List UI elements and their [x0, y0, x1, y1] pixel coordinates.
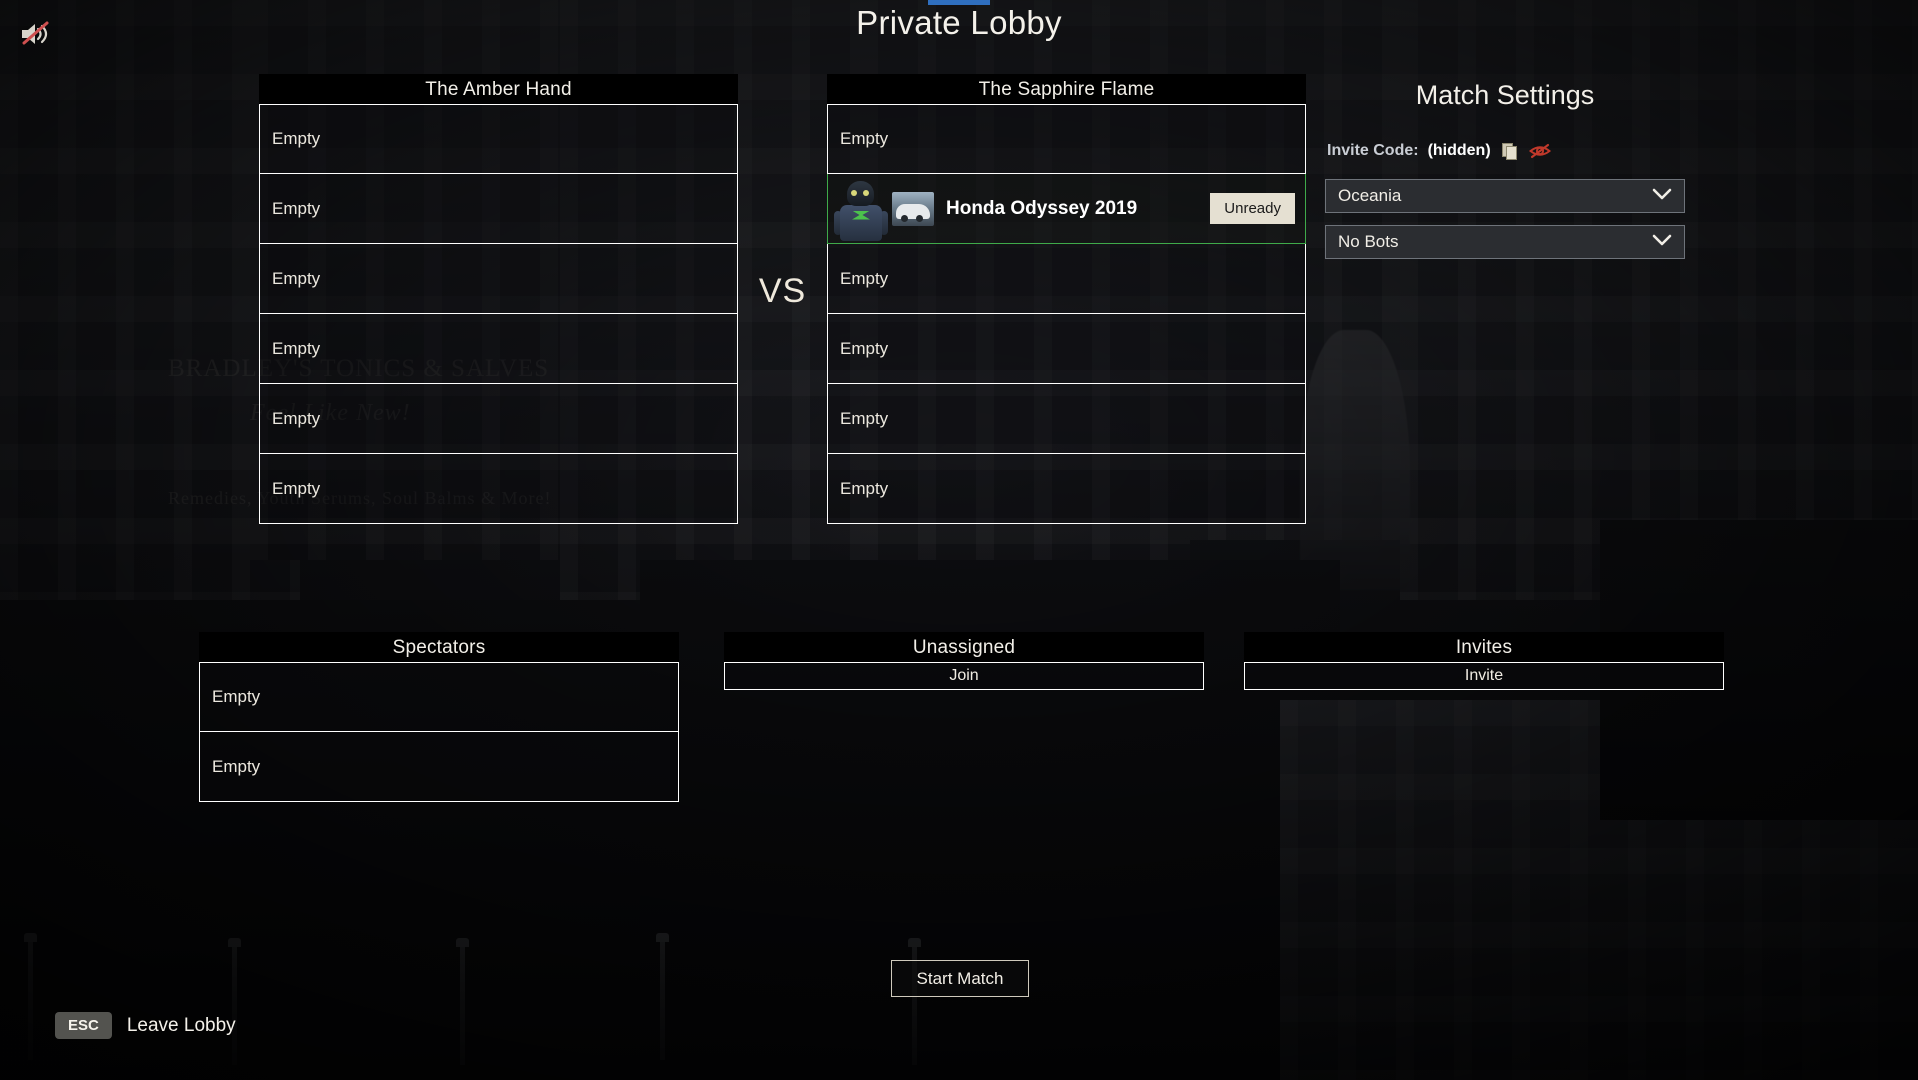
lobby-screen: BRADLEY'S TONICS & SALVES Feel Like New!…	[0, 0, 1918, 1080]
team-slot-empty[interactable]: Empty	[827, 244, 1306, 314]
team-panel-amber-hand: The Amber Hand Empty Empty Empty Empty E…	[259, 74, 738, 524]
player-avatar-icon	[830, 175, 892, 243]
spectators-panel: Spectators Empty Empty	[199, 632, 679, 802]
region-dropdown-value: Oceania	[1338, 186, 1402, 205]
leave-lobby-button[interactable]: ESC Leave Lobby	[55, 1012, 236, 1039]
slot-label: Empty	[840, 338, 889, 358]
team-slot-empty[interactable]: Empty	[259, 244, 738, 314]
player-name: Honda Odyssey 2019	[946, 197, 1138, 219]
slot-label: Empty	[840, 129, 889, 148]
speaker-muted-icon[interactable]	[18, 20, 52, 48]
team-slot-empty[interactable]: Empty	[259, 174, 738, 244]
team-header-label: The Sapphire Flame	[827, 74, 1306, 104]
join-button[interactable]: Join	[724, 662, 1204, 690]
slot-label: Empty	[272, 478, 321, 498]
slot-label: Empty	[840, 268, 889, 288]
match-settings-title: Match Settings	[1415, 80, 1595, 110]
spectators-slot-list: Empty Empty	[199, 662, 679, 802]
invites-title: Invites	[1244, 632, 1724, 662]
team-panel-sapphire-flame: The Sapphire Flame Empty Honda Odyssey 2…	[827, 74, 1306, 524]
copy-icon[interactable]	[1500, 141, 1520, 161]
team-slot-empty[interactable]: Empty	[259, 384, 738, 454]
unassigned-title: Unassigned	[724, 632, 1204, 662]
start-match-button[interactable]: Start Match	[891, 960, 1029, 997]
unready-button[interactable]: Unready	[1210, 193, 1295, 224]
team-slot-empty[interactable]: Empty	[827, 314, 1306, 384]
bots-dropdown[interactable]: No Bots	[1325, 225, 1685, 259]
invite-button[interactable]: Invite	[1244, 662, 1724, 690]
page-title: Private Lobby	[856, 4, 1062, 41]
bots-dropdown-value: No Bots	[1338, 232, 1399, 251]
spectator-slot-empty[interactable]: Empty	[199, 732, 679, 802]
spectators-title: Spectators	[199, 632, 679, 662]
team-slot-empty[interactable]: Empty	[827, 104, 1306, 174]
slot-label: Empty	[212, 687, 261, 706]
team-slot-empty[interactable]: Empty	[827, 384, 1306, 454]
region-dropdown[interactable]: Oceania	[1325, 179, 1685, 213]
team-header-label: The Amber Hand	[259, 74, 738, 104]
team-slot-empty[interactable]: Empty	[259, 314, 738, 384]
team-slot-player[interactable]: Honda Odyssey 2019 Unready	[827, 174, 1306, 244]
slot-label: Empty	[272, 198, 321, 218]
car-thumbnail-icon	[892, 191, 934, 226]
match-settings-panel: Match Settings Invite Code: (hidden) Oce…	[1325, 80, 1685, 271]
unassigned-panel: Unassigned Join	[724, 632, 1204, 690]
invites-panel: Invites Invite	[1244, 632, 1724, 690]
slot-label: Empty	[212, 756, 261, 776]
invite-code-row: Invite Code: (hidden)	[1325, 141, 1685, 161]
spectator-slot-empty[interactable]: Empty	[199, 662, 679, 732]
slot-label: Empty	[840, 408, 889, 428]
slot-label: Empty	[840, 478, 889, 498]
chevron-down-icon	[1652, 232, 1672, 252]
eye-slash-icon[interactable]	[1528, 142, 1551, 160]
leave-lobby-label: Leave Lobby	[126, 1014, 236, 1036]
esc-key-badge: ESC	[55, 1012, 112, 1039]
slot-label: Empty	[272, 129, 321, 148]
team-slot-list: Empty Empty Empty Empty Empty Empty	[259, 104, 738, 524]
team-slot-empty[interactable]: Empty	[259, 454, 738, 524]
team-slot-empty[interactable]: Empty	[827, 454, 1306, 524]
chevron-down-icon	[1652, 186, 1672, 206]
team-slot-empty[interactable]: Empty	[259, 104, 738, 174]
slot-label: Empty	[272, 408, 321, 428]
team-slot-list: Empty Honda Odyssey 2019 Unready Empty E…	[827, 104, 1306, 524]
invite-code-label: Invite Code:	[1327, 142, 1419, 159]
versus-label: VS	[758, 272, 807, 310]
slot-label: Empty	[272, 268, 321, 288]
invite-code-value: (hidden)	[1427, 142, 1491, 159]
slot-label: Empty	[272, 338, 321, 358]
